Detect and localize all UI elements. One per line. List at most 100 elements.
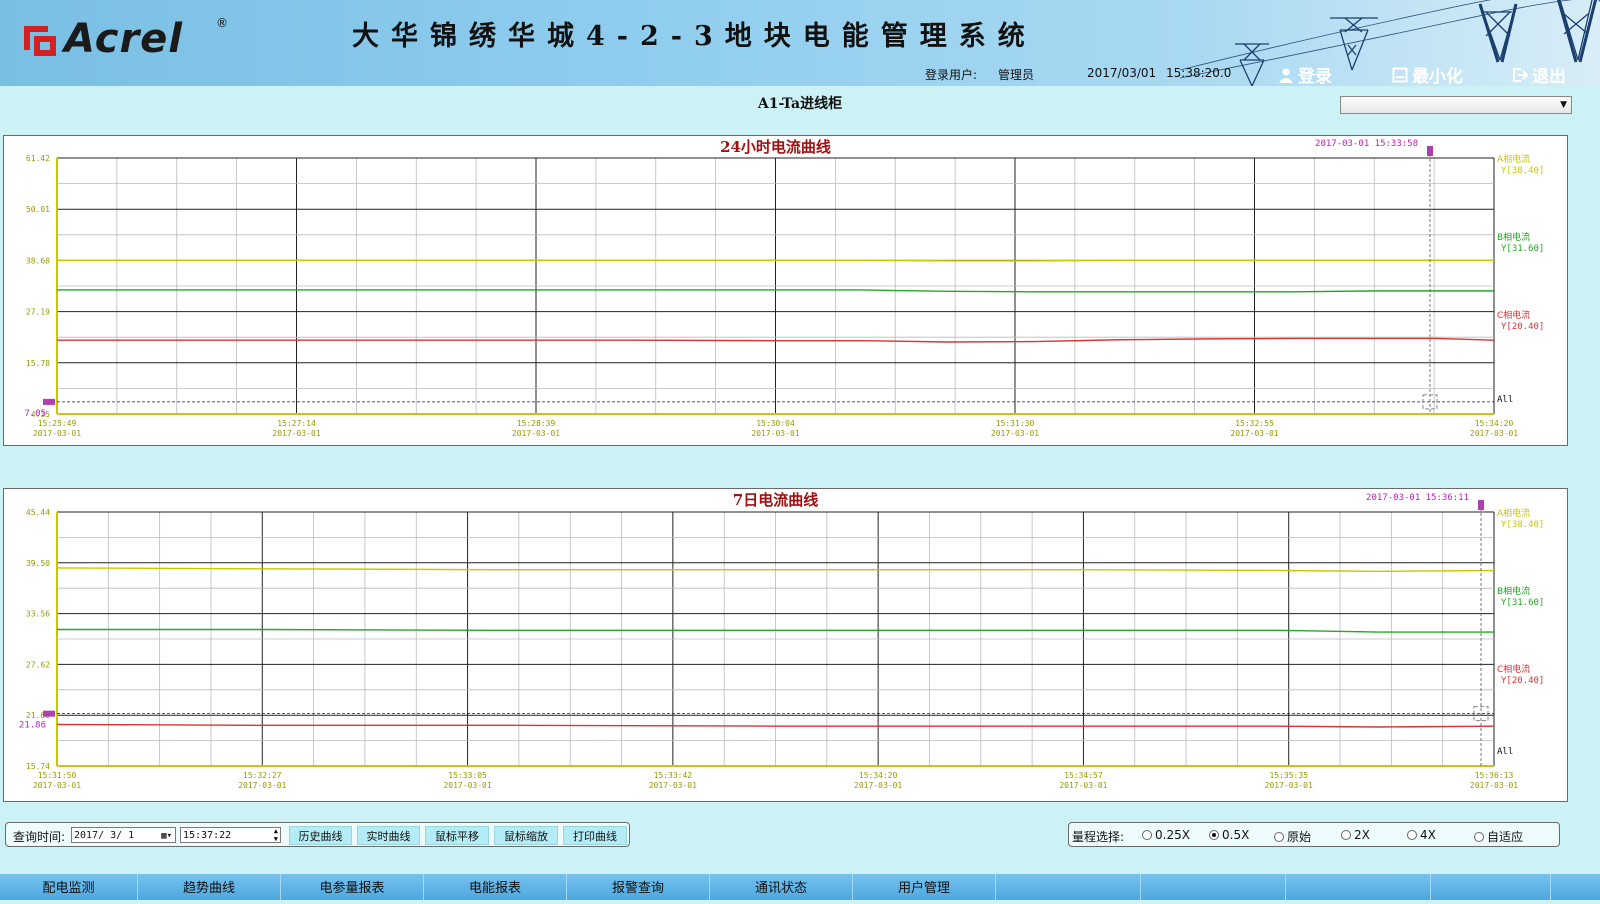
y-tick-label: 50.01 (26, 205, 50, 214)
x-tick-date-label: 2017-03-01 (272, 429, 320, 438)
cursor-marker-left (43, 399, 55, 405)
radio-icon[interactable] (1407, 830, 1417, 840)
radio-icon[interactable] (1209, 830, 1219, 840)
x-tick-date-label: 2017-03-01 (1265, 781, 1313, 790)
y-tick-label: 45.44 (26, 508, 50, 517)
exit-button-label: 退出 (1532, 62, 1566, 86)
x-tick-time-label: 15:30:04 (756, 419, 795, 428)
history-curve-button[interactable]: 历史曲线 (289, 826, 352, 845)
calendar-icon: ▦▾ (161, 828, 172, 844)
range-option-0[interactable]: 0.25X (1142, 828, 1190, 842)
range-option-4[interactable]: 4X (1407, 828, 1436, 842)
nav-item-user-management[interactable]: 用户管理 (853, 874, 996, 900)
legend-series-name: A相电流 (1497, 153, 1530, 165)
radio-icon[interactable] (1142, 830, 1152, 840)
acrel-logo-icon (20, 22, 60, 60)
system-title: 大华锦绣华城4-2-3地块电能管理系统 (352, 14, 1037, 53)
current-time: 15:38:20.0 (1166, 66, 1231, 80)
x-tick-time-label: 15:34:20 (1475, 419, 1514, 428)
x-tick-time-label: 15:27:14 (277, 419, 316, 428)
login-button[interactable]: 登录 (1278, 62, 1332, 86)
range-option-1[interactable]: 0.5X (1209, 828, 1249, 842)
nav-item-empty (1286, 874, 1431, 900)
x-tick-date-label: 2017-03-01 (238, 781, 286, 790)
radio-icon[interactable] (1474, 832, 1484, 842)
chart-7d-panel[interactable]: 7日电流曲线45.4439.5033.5627.6221.6815.7415:3… (3, 488, 1568, 802)
nav-item-comm-status[interactable]: 通讯状态 (710, 874, 853, 900)
legend-series-value: Y[38.40] (1501, 520, 1544, 530)
x-tick-time-label: 15:28:39 (517, 419, 556, 428)
query-time-label: 查询时间: (13, 828, 65, 845)
cursor-marker-top (1427, 146, 1433, 156)
query-time-input[interactable]: 15:37:22 ▲▼ (180, 827, 281, 843)
chart-24h-current[interactable]: 24小时电流曲线61.4250.0138.6027.1915.784.3515:… (4, 136, 1567, 445)
radio-icon[interactable] (1341, 830, 1351, 840)
legend-series-name: C相电流 (1497, 663, 1530, 675)
x-tick-time-label: 15:33:42 (654, 771, 693, 780)
mouse-zoom-button[interactable]: 鼠标缩放 (494, 826, 558, 845)
legend-series-value: Y[31.60] (1501, 244, 1544, 254)
x-tick-time-label: 15:36:13 (1475, 771, 1514, 780)
device-select[interactable]: ▼ (1340, 96, 1572, 114)
nav-item-parameter-report[interactable]: 电参量报表 (281, 874, 424, 900)
range-option-2[interactable]: 原始 (1274, 828, 1311, 845)
nav-item-alarm-query[interactable]: 报警查询 (567, 874, 710, 900)
legend-series-value: Y[20.40] (1501, 676, 1544, 686)
nav-item-empty (996, 874, 1141, 900)
bottom-nav: 配电监测 趋势曲线 电参量报表 电能报表 报警查询 通讯状态 用户管理 (0, 874, 1600, 900)
legend-series-name: B相电流 (1497, 231, 1530, 243)
cursor-marker-top (1478, 500, 1484, 510)
x-tick-time-label: 15:35:35 (1269, 771, 1308, 780)
x-tick-date-label: 2017-03-01 (1470, 429, 1518, 438)
login-button-label: 登录 (1298, 62, 1332, 86)
exit-icon (1512, 67, 1528, 83)
range-option-label: 原始 (1287, 828, 1311, 845)
legend-series-name: C相电流 (1497, 309, 1530, 321)
chart-24h-panel[interactable]: 24小时电流曲线61.4250.0138.6027.1915.784.3515:… (3, 135, 1568, 446)
query-date-input[interactable]: 2017/ 3/ 1 ▦▾ (71, 827, 176, 843)
cursor-time-label: 2017-03-01 15:33:58 (1315, 139, 1418, 149)
range-option-label: 4X (1420, 828, 1436, 842)
x-tick-date-label: 2017-03-01 (991, 429, 1039, 438)
cursor-time-label: 2017-03-01 15:36:11 (1366, 493, 1469, 503)
nav-item-distribution-monitor[interactable]: 配电监测 (0, 874, 138, 900)
y-tick-label: 27.19 (26, 308, 50, 317)
range-option-label: 自适应 (1487, 828, 1523, 845)
nav-item-energy-report[interactable]: 电能报表 (424, 874, 567, 900)
x-tick-time-label: 15:33:05 (448, 771, 487, 780)
x-tick-date-label: 2017-03-01 (649, 781, 697, 790)
realtime-curve-button[interactable]: 实时曲线 (357, 826, 420, 845)
y-tick-label: 15.74 (26, 762, 50, 771)
mouse-pan-button[interactable]: 鼠标平移 (425, 826, 489, 845)
login-user-label: 登录用户: (925, 66, 977, 83)
x-tick-date-label: 2017-03-01 (1470, 781, 1518, 790)
range-option-5[interactable]: 自适应 (1474, 828, 1523, 845)
legend-all-label: All (1497, 747, 1513, 757)
legend-all-label: All (1497, 395, 1513, 405)
range-option-label: 2X (1354, 828, 1370, 842)
nav-item-trend-curve[interactable]: 趋势曲线 (138, 874, 281, 900)
exit-button[interactable]: 退出 (1512, 62, 1566, 86)
y-tick-label: 38.60 (26, 256, 50, 265)
y-tick-label: 39.50 (26, 559, 50, 568)
y-tick-label: 27.62 (26, 660, 50, 669)
range-option-label: 0.25X (1155, 828, 1190, 842)
x-tick-time-label: 15:25:49 (38, 419, 77, 428)
minimize-button[interactable]: 最小化 (1392, 62, 1463, 86)
legend-series-value: Y[31.60] (1501, 598, 1544, 608)
chart-7d-current[interactable]: 7日电流曲线45.4439.5033.5627.6221.6815.7415:3… (4, 489, 1567, 801)
x-tick-date-label: 2017-03-01 (33, 429, 81, 438)
current-date: 2017/03/01 (1087, 66, 1156, 80)
range-label: 量程选择: (1072, 828, 1124, 845)
range-selector: 量程选择: 0.25X 0.5X 原始 2X 4X 自适应 (1068, 822, 1560, 847)
y-tick-label: 61.42 (26, 154, 50, 163)
x-tick-time-label: 15:32:27 (243, 771, 282, 780)
x-tick-time-label: 15:31:50 (38, 771, 77, 780)
print-curve-button[interactable]: 打印曲线 (563, 826, 627, 845)
logo-text: Acrel (64, 16, 183, 62)
spinner-icon[interactable]: ▲▼ (274, 827, 278, 843)
range-option-3[interactable]: 2X (1341, 828, 1370, 842)
query-toolbar: 查询时间: 2017/ 3/ 1 ▦▾ 15:37:22 ▲▼ 历史曲线 实时曲… (5, 822, 630, 847)
radio-icon[interactable] (1274, 832, 1284, 842)
minimize-button-label: 最小化 (1412, 62, 1463, 86)
